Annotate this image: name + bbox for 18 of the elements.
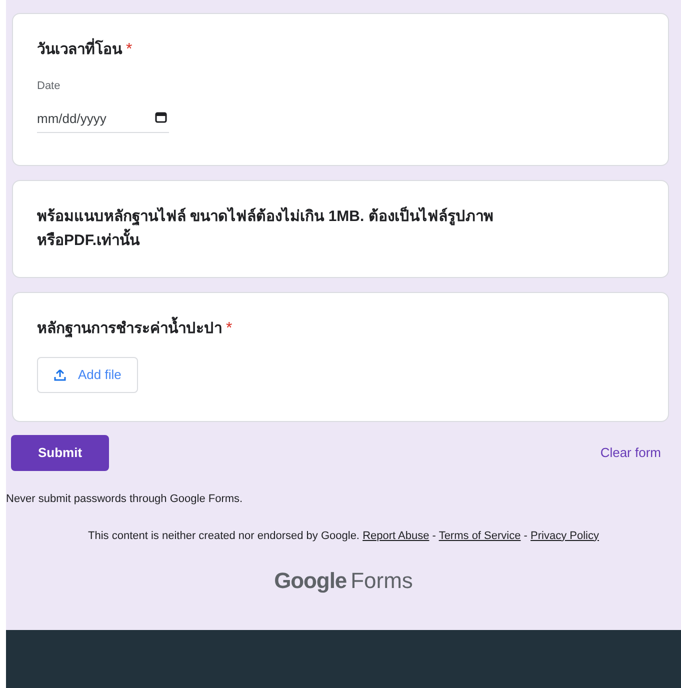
footer-link[interactable]: Privacy Policy [530, 530, 599, 542]
required-asterisk: * [226, 319, 232, 339]
footer-link[interactable]: Terms of Service [438, 530, 521, 542]
question-title: วันเวลาที่โอน [37, 38, 122, 62]
submit-button[interactable]: Submit [11, 435, 109, 471]
required-asterisk: * [126, 40, 132, 60]
calendar-icon[interactable] [155, 110, 167, 122]
upload-icon [54, 369, 66, 381]
clear-form-button[interactable]: Clear form [600, 443, 661, 463]
footer-disclaimer: This content is neither created nor endorsed by Google. Report Abuse - Terms of Service - Privacy Policy [87, 528, 600, 544]
question-title: หลักฐานการชำระค่าน้ำปะปา [37, 318, 222, 340]
password-note: Never submit passwords through Google Forms. [6, 492, 244, 507]
add-file-button[interactable]: Add file [37, 357, 138, 393]
footer-link[interactable]: Report Abuse [362, 530, 430, 542]
date-field[interactable]: mm/dd/yyyy [37, 108, 169, 133]
field-label: Date [37, 79, 62, 94]
google-forms-logo: Google Forms [274, 567, 413, 595]
statement-text: พร้อมแนบหลักฐานไฟล์ ขนาดไฟล์ต้องไม่เกิน 1MB. ต้องเป็นไฟล์รูปภาพ หรือPDF.เท่านั้น [37, 206, 494, 251]
